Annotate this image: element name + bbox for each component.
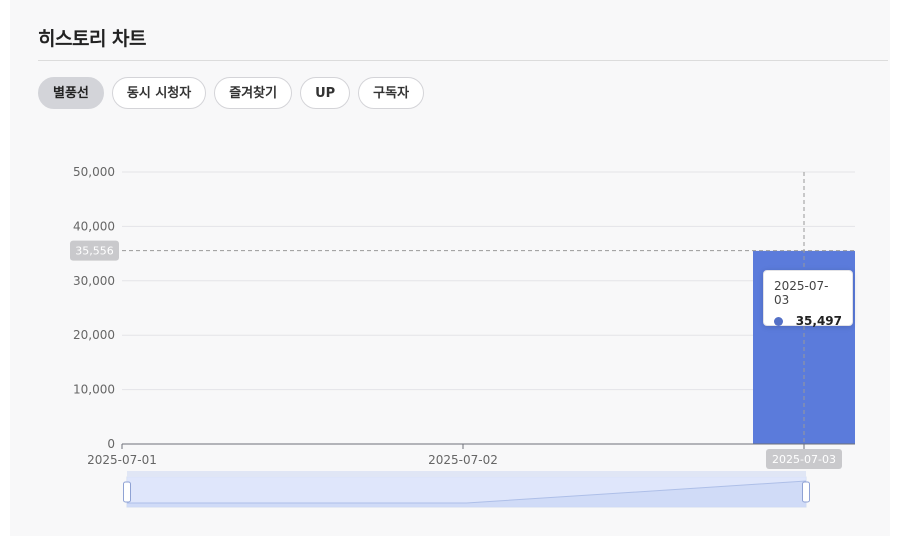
history-chart: 0 10,000 20,000 30,000 40,000 50,000 2025-07-0…: [70, 165, 855, 508]
x-tick-label: 2025-07-01: [87, 453, 157, 467]
series-marker-icon: [774, 316, 783, 326]
chart-tooltip: 2025-07-03 35,497: [763, 270, 853, 328]
y-tick-label: 0: [107, 437, 115, 451]
tooltip-date: 2025-07-03: [774, 279, 829, 307]
y-tick-label: 40,000: [73, 219, 115, 233]
data-zoom-handle[interactable]: [802, 481, 810, 503]
crosshair-y-label: 35,556: [75, 245, 114, 258]
data-zoom-handle[interactable]: [123, 481, 131, 503]
tooltip-value: 35,497: [795, 314, 842, 328]
y-tick-label: 50,000: [73, 165, 115, 179]
y-tick-label: 30,000: [73, 274, 115, 288]
data-zoom-top-bar: [127, 471, 806, 477]
x-tick-label: 2025-07-02: [428, 453, 498, 467]
crosshair-x-label: 2025-07-03: [772, 453, 836, 466]
y-tick-label: 10,000: [73, 383, 115, 397]
y-tick-label: 20,000: [73, 328, 115, 342]
